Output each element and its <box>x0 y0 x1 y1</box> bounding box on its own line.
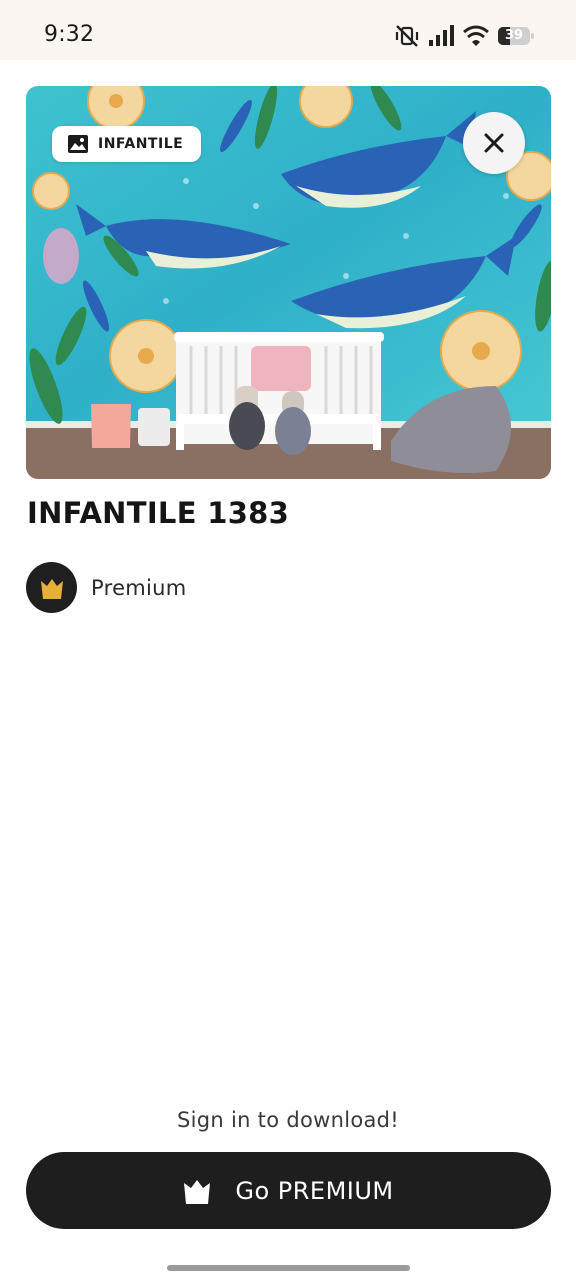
crown-icon <box>40 578 63 599</box>
battery-icon: 39 <box>498 25 536 47</box>
status-bar: 9:32 39 <box>0 0 576 60</box>
wallpaper-preview: INFANTILE <box>26 86 551 479</box>
vibrate-off-icon <box>395 25 419 47</box>
tier-row: Premium <box>26 562 187 613</box>
go-premium-button[interactable]: Go PREMIUM <box>26 1152 551 1229</box>
category-chip-label: INFANTILE <box>98 136 184 152</box>
cellular-signal-icon <box>429 25 454 46</box>
crown-icon <box>184 1179 211 1204</box>
signin-prompt: Sign in to download! <box>176 1108 400 1132</box>
category-chip[interactable]: INFANTILE <box>52 126 202 162</box>
close-button[interactable] <box>463 112 525 174</box>
go-premium-label: Go PREMIUM <box>235 1176 394 1205</box>
home-indicator[interactable] <box>167 1265 410 1271</box>
status-icons: 39 <box>394 22 536 50</box>
wifi-icon <box>463 25 489 46</box>
battery-level: 39 <box>504 28 524 43</box>
status-time: 9:32 <box>44 22 95 47</box>
tier-label: Premium <box>91 575 187 600</box>
image-icon <box>68 135 88 153</box>
close-icon <box>484 133 504 153</box>
wallpaper-title: INFANTILE 1383 <box>27 496 290 530</box>
tier-badge <box>26 562 77 613</box>
